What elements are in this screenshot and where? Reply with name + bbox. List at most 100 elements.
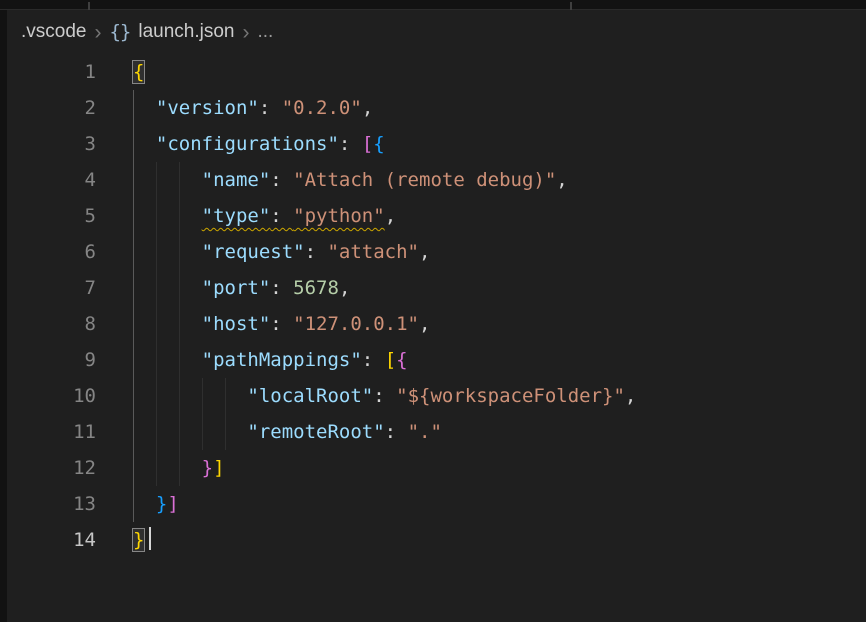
indent-guide — [202, 414, 203, 450]
code-token: , — [419, 313, 430, 335]
indent-guide — [202, 378, 203, 414]
code-token: : — [362, 349, 385, 371]
indent-guide — [179, 450, 180, 486]
code-line-14[interactable]: 14} — [7, 522, 866, 558]
code-line-13[interactable]: 13 }] — [7, 486, 866, 522]
indent-whitespace — [133, 97, 156, 119]
tab-bar-bottom-edge — [0, 0, 866, 10]
line-number[interactable]: 4 — [7, 162, 96, 198]
indent-whitespace — [133, 277, 202, 299]
line-number[interactable]: 3 — [7, 126, 96, 162]
chevron-right-icon: › — [94, 22, 101, 43]
line-number[interactable]: 12 — [7, 450, 96, 486]
code-line-7[interactable]: 7 "port": 5678, — [7, 270, 866, 306]
code-token: "." — [408, 421, 442, 443]
indent-whitespace — [133, 349, 202, 371]
code-token: ] — [167, 493, 178, 515]
text-cursor — [149, 527, 151, 550]
indent-guide — [156, 306, 157, 342]
indent-guide — [156, 234, 157, 270]
code-token: "attach" — [327, 241, 419, 263]
line-number[interactable]: 6 — [7, 234, 96, 270]
line-number[interactable]: 5 — [7, 198, 96, 234]
indent-whitespace — [133, 385, 247, 407]
code-line-1[interactable]: 1{ — [7, 54, 866, 90]
line-number[interactable]: 1 — [7, 54, 96, 90]
code-token: } — [156, 493, 167, 515]
indent-whitespace — [133, 169, 202, 191]
line-number[interactable]: 7 — [7, 270, 96, 306]
code-line-5[interactable]: 5 "type": "python", — [7, 198, 866, 234]
code-token: , — [556, 169, 567, 191]
breadcrumb: .vscode › {} launch.json › ... — [7, 10, 866, 54]
code-line-4[interactable]: 4 "name": "Attach (remote debug)", — [7, 162, 866, 198]
indent-guide — [179, 270, 180, 306]
code-token: "configurations" — [156, 133, 339, 155]
line-number[interactable]: 11 — [7, 414, 96, 450]
active-indent-guide — [133, 126, 134, 162]
indent-guide — [156, 162, 157, 198]
code-line-11[interactable]: 11 "remoteRoot": "." — [7, 414, 866, 450]
code-token: , — [362, 97, 373, 119]
indent-guide — [225, 414, 226, 450]
code-text: "request": "attach", — [133, 234, 430, 270]
code-text: }] — [133, 450, 225, 486]
code-token: "name" — [202, 169, 271, 191]
code-token: 5678 — [293, 277, 339, 299]
code-token: { — [396, 349, 407, 371]
line-number[interactable]: 8 — [7, 306, 96, 342]
line-number[interactable]: 2 — [7, 90, 96, 126]
active-indent-guide — [133, 234, 134, 270]
code-token: "python" — [293, 205, 385, 227]
breadcrumb-symbol-more[interactable]: ... — [258, 21, 274, 43]
window-left-edge — [0, 0, 7, 622]
indent-guide — [156, 198, 157, 234]
active-indent-guide — [133, 198, 134, 234]
code-token: "version" — [156, 97, 259, 119]
indent-whitespace — [133, 205, 202, 227]
breadcrumb-file[interactable]: launch.json — [138, 21, 234, 43]
line-number[interactable]: 9 — [7, 342, 96, 378]
code-text: }] — [133, 486, 179, 522]
indent-whitespace — [133, 313, 202, 335]
indent-whitespace — [133, 421, 247, 443]
active-indent-guide — [133, 486, 134, 522]
active-indent-guide — [133, 342, 134, 378]
code-token: { — [373, 133, 384, 155]
code-token: : — [373, 385, 396, 407]
code-token: : — [385, 421, 408, 443]
code-text: "configurations": [{ — [133, 126, 385, 162]
code-line-3[interactable]: 3 "configurations": [{ — [7, 126, 866, 162]
indent-guide — [179, 234, 180, 270]
code-token: : — [259, 97, 282, 119]
active-indent-guide — [133, 162, 134, 198]
line-number[interactable]: 10 — [7, 378, 96, 414]
indent-guide — [179, 162, 180, 198]
code-editor[interactable]: 1{2 "version": "0.2.0",3 "configurations… — [7, 54, 866, 558]
code-line-6[interactable]: 6 "request": "attach", — [7, 234, 866, 270]
line-number[interactable]: 13 — [7, 486, 96, 522]
tab-divider — [88, 2, 90, 10]
code-line-2[interactable]: 2 "version": "0.2.0", — [7, 90, 866, 126]
code-line-9[interactable]: 9 "pathMappings": [{ — [7, 342, 866, 378]
matched-bracket: } — [133, 529, 144, 551]
code-token: , — [625, 385, 636, 407]
code-text: "localRoot": "${workspaceFolder}", — [133, 378, 636, 414]
indent-guide — [225, 378, 226, 414]
code-text: "name": "Attach (remote debug)", — [133, 162, 568, 198]
breadcrumb-folder[interactable]: .vscode — [21, 21, 86, 43]
chevron-right-icon: › — [243, 22, 250, 43]
code-token: : — [270, 313, 293, 335]
code-line-10[interactable]: 10 "localRoot": "${workspaceFolder}", — [7, 378, 866, 414]
tab-divider — [570, 2, 572, 10]
code-token: "request" — [202, 241, 305, 263]
code-text: "type": "python", — [133, 198, 396, 234]
code-token: "type" — [202, 205, 271, 227]
code-line-12[interactable]: 12 }] — [7, 450, 866, 486]
code-token: : — [270, 169, 293, 191]
code-token: [ — [362, 133, 373, 155]
indent-guide — [179, 378, 180, 414]
active-indent-guide — [133, 306, 134, 342]
code-line-8[interactable]: 8 "host": "127.0.0.1", — [7, 306, 866, 342]
line-number[interactable]: 14 — [7, 522, 96, 558]
